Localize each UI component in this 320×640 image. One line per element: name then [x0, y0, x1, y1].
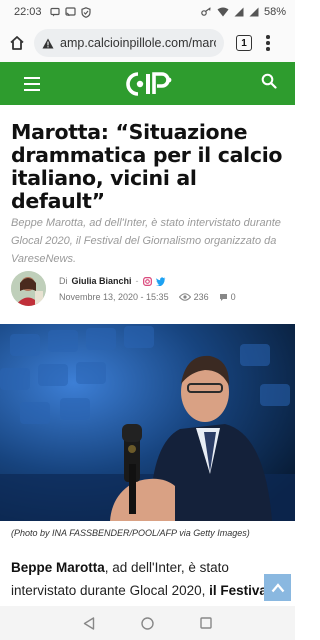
home-circle-icon[interactable] — [141, 616, 154, 630]
signal-icon-2 — [249, 7, 259, 17]
home-icon[interactable] — [6, 32, 28, 54]
back-triangle-icon[interactable] — [83, 616, 95, 630]
byline: Di Giulia Bianchi - — [59, 276, 166, 286]
address-bar[interactable]: amp.calcioinpillole.com/marot — [34, 29, 224, 57]
instagram-icon[interactable] — [142, 276, 152, 286]
search-icon[interactable] — [261, 73, 277, 94]
overflow-menu-icon[interactable] — [266, 35, 270, 51]
system-nav-bar — [0, 606, 295, 640]
author-block: Di Giulia Bianchi - Novembre 13, 2020 - … — [11, 271, 286, 309]
article-excerpt: Beppe Marotta, ad dell'Inter, è stato in… — [11, 217, 281, 265]
tab-switcher-button[interactable]: 1 — [236, 35, 252, 51]
byline-prefix: Di — [59, 276, 68, 286]
browser-toolbar: amp.calcioinpillole.com/marot 1 — [0, 24, 295, 62]
comment-icon[interactable] — [219, 293, 228, 302]
author-avatar[interactable] — [11, 271, 46, 306]
recents-square-icon[interactable] — [200, 617, 212, 629]
byline-separator: - — [135, 276, 139, 286]
arrow-up-icon — [271, 582, 284, 592]
status-time: 22:03 — [14, 6, 42, 18]
key-icon — [201, 7, 211, 16]
signal-icon — [234, 7, 244, 17]
wifi-icon — [217, 7, 229, 17]
article-title: Marotta: “Situazione drammatica per il c… — [11, 120, 283, 213]
eye-icon — [178, 293, 191, 301]
shield-icon — [80, 6, 91, 18]
article-photo — [0, 324, 295, 521]
status-bar: 22:03 58% — [0, 0, 295, 24]
photo-caption: (Photo by INA FASSBENDER/POOL/AFP via Ge… — [11, 528, 250, 538]
publish-date: Novembre 13, 2020 - 15:35 — [59, 292, 169, 302]
site-header — [0, 62, 295, 105]
cast-icon — [64, 7, 76, 17]
body-lead-bold: Beppe Marotta — [11, 560, 105, 575]
view-count: 236 — [193, 292, 209, 302]
message-icon — [49, 7, 60, 17]
url-text[interactable]: amp.calcioinpillole.com/marot — [60, 36, 216, 50]
author-name[interactable]: Giulia Bianchi — [72, 276, 132, 286]
scroll-to-top-button[interactable] — [264, 574, 291, 601]
hamburger-icon[interactable] — [24, 76, 40, 91]
twitter-icon[interactable] — [155, 276, 166, 286]
comment-count[interactable]: 0 — [231, 292, 236, 302]
site-logo[interactable] — [125, 70, 176, 98]
article-meta: Novembre 13, 2020 - 15:35 236 0 — [59, 292, 236, 302]
battery-level: 58% — [263, 6, 286, 18]
warning-icon[interactable] — [42, 38, 54, 49]
